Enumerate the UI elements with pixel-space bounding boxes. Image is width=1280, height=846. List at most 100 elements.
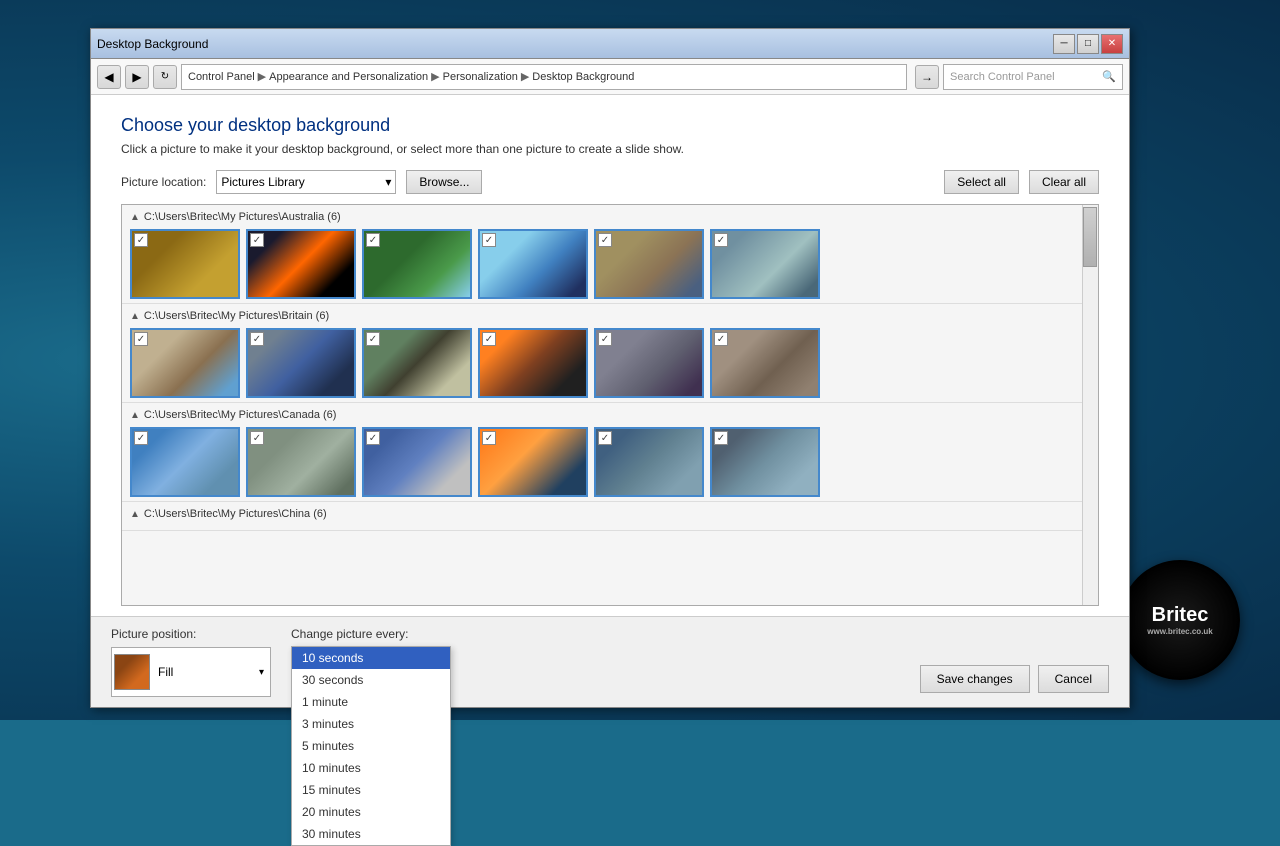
dropdown-item-30min[interactable]: 30 minutes: [292, 823, 450, 845]
search-go-button[interactable]: →: [915, 65, 939, 89]
browse-button[interactable]: Browse...: [406, 170, 482, 194]
breadcrumb[interactable]: Control Panel ▶ Appearance and Personali…: [181, 64, 907, 90]
minimize-button[interactable]: ─: [1053, 34, 1075, 54]
dropdown-item-3min[interactable]: 3 minutes: [292, 713, 450, 735]
thumb-canada-3[interactable]: ✓: [362, 427, 472, 497]
image-grid-container[interactable]: ▲ C:\Users\Britec\My Pictures\Australia …: [121, 204, 1099, 606]
group-header-britain[interactable]: ▲ C:\Users\Britec\My Pictures\Britain (6…: [130, 310, 1082, 322]
change-picture-section: Change picture every: 1 day ▾ 10 seconds…: [291, 627, 451, 693]
thumb-checkbox-canada-2[interactable]: ✓: [250, 431, 264, 445]
thumb-canada-6[interactable]: ✓: [710, 427, 820, 497]
thumb-checkbox-canada-6[interactable]: ✓: [714, 431, 728, 445]
britec-name: Britec: [1152, 604, 1209, 627]
refresh-button[interactable]: ↻: [153, 65, 177, 89]
clear-all-button[interactable]: Clear all: [1029, 170, 1099, 194]
thumb-australia-5[interactable]: ✓: [594, 229, 704, 299]
maximize-button[interactable]: □: [1077, 34, 1099, 54]
thumb-checkbox-britain-3[interactable]: ✓: [366, 332, 380, 346]
thumb-britain-6[interactable]: ✓: [710, 328, 820, 398]
dropdown-item-10sec[interactable]: 10 seconds: [292, 647, 450, 669]
thumb-checkbox-australia-5[interactable]: ✓: [598, 233, 612, 247]
thumb-australia-4[interactable]: ✓: [478, 229, 588, 299]
breadcrumb-item-personalization[interactable]: Personalization: [443, 71, 518, 83]
search-icon: 🔍: [1102, 70, 1116, 83]
thumb-britain-1[interactable]: ✓: [130, 328, 240, 398]
close-button[interactable]: ✕: [1101, 34, 1123, 54]
thumb-checkbox-britain-4[interactable]: ✓: [482, 332, 496, 346]
thumb-australia-2[interactable]: ✓: [246, 229, 356, 299]
thumb-checkbox-australia-6[interactable]: ✓: [714, 233, 728, 247]
back-button[interactable]: ◀: [97, 65, 121, 89]
breadcrumb-item-control-panel[interactable]: Control Panel: [188, 71, 255, 83]
group-label-australia: C:\Users\Britec\My Pictures\Australia (6…: [144, 211, 341, 223]
picture-position-select[interactable]: Fill ▾: [111, 647, 271, 697]
thumb-canada-2[interactable]: ✓: [246, 427, 356, 497]
thumb-britain-3[interactable]: ✓: [362, 328, 472, 398]
dropdown-item-5min[interactable]: 5 minutes: [292, 735, 450, 757]
address-bar: ◀ ▶ ↻ Control Panel ▶ Appearance and Per…: [91, 59, 1129, 95]
forward-button[interactable]: ▶: [125, 65, 149, 89]
thumb-britain-2[interactable]: ✓: [246, 328, 356, 398]
breadcrumb-sep-2: ▶: [431, 70, 439, 83]
dropdown-item-1min[interactable]: 1 minute: [292, 691, 450, 713]
cancel-button[interactable]: Cancel: [1038, 665, 1109, 693]
thumb-checkbox-canada-3[interactable]: ✓: [366, 431, 380, 445]
thumb-australia-6[interactable]: ✓: [710, 229, 820, 299]
thumb-canada-4[interactable]: ✓: [478, 427, 588, 497]
group-label-britain: C:\Users\Britec\My Pictures\Britain (6): [144, 310, 329, 322]
select-all-button[interactable]: Select all: [944, 170, 1019, 194]
thumb-checkbox-britain-2[interactable]: ✓: [250, 332, 264, 346]
title-bar: Desktop Background ─ □ ✕: [91, 29, 1129, 59]
thumb-checkbox-australia-2[interactable]: ✓: [250, 233, 264, 247]
thumb-britain-5[interactable]: ✓: [594, 328, 704, 398]
group-collapse-icon-britain: ▲: [130, 311, 140, 322]
breadcrumb-sep-1: ▶: [258, 70, 266, 83]
change-picture-label: Change picture every:: [291, 627, 451, 641]
group-header-canada[interactable]: ▲ C:\Users\Britec\My Pictures\Canada (6): [130, 409, 1082, 421]
group-label-china: C:\Users\Britec\My Pictures\China (6): [144, 508, 327, 520]
dropdown-item-30sec[interactable]: 30 seconds: [292, 669, 450, 691]
thumb-britain-4[interactable]: ✓: [478, 328, 588, 398]
search-bar[interactable]: Search Control Panel 🔍: [943, 64, 1123, 90]
thumb-checkbox-canada-5[interactable]: ✓: [598, 431, 612, 445]
thumb-canada-1[interactable]: ✓: [130, 427, 240, 497]
scrollbar-thumb[interactable]: [1083, 207, 1097, 267]
group-collapse-icon-canada: ▲: [130, 410, 140, 421]
canada-image-row: ✓ ✓ ✓ ✓ ✓ ✓: [130, 427, 1082, 497]
scrollbar-track[interactable]: [1082, 205, 1098, 605]
dropdown-item-15min[interactable]: 15 minutes: [292, 779, 450, 801]
group-header-china[interactable]: ▲ C:\Users\Britec\My Pictures\China (6): [130, 508, 1082, 520]
title-bar-buttons: ─ □ ✕: [1053, 34, 1123, 54]
main-content: Choose your desktop background Click a p…: [91, 95, 1129, 616]
image-group-canada: ▲ C:\Users\Britec\My Pictures\Canada (6)…: [122, 403, 1098, 502]
picture-location-select[interactable]: Pictures Library ▾: [216, 170, 396, 194]
australia-image-row: ✓ ✓ ✓ ✓ ✓ ✓: [130, 229, 1082, 299]
thumb-checkbox-britain-5[interactable]: ✓: [598, 332, 612, 346]
thumb-checkbox-australia-3[interactable]: ✓: [366, 233, 380, 247]
thumb-canada-5[interactable]: ✓: [594, 427, 704, 497]
thumb-australia-1[interactable]: ✓: [130, 229, 240, 299]
breadcrumb-sep-3: ▶: [521, 70, 529, 83]
thumb-checkbox-australia-1[interactable]: ✓: [134, 233, 148, 247]
breadcrumb-item-desktop-background[interactable]: Desktop Background: [532, 71, 634, 83]
britain-image-row: ✓ ✓ ✓ ✓ ✓ ✓: [130, 328, 1082, 398]
save-changes-button[interactable]: Save changes: [920, 665, 1030, 693]
search-placeholder: Search Control Panel: [950, 71, 1055, 83]
image-group-china: ▲ C:\Users\Britec\My Pictures\China (6): [122, 502, 1098, 531]
group-label-canada: C:\Users\Britec\My Pictures\Canada (6): [144, 409, 337, 421]
dropdown-item-20min[interactable]: 20 minutes: [292, 801, 450, 823]
interval-dropdown-menu: 10 seconds 30 seconds 1 minute 3 minutes…: [291, 646, 451, 846]
fill-value: Fill: [154, 665, 255, 679]
thumb-checkbox-canada-4[interactable]: ✓: [482, 431, 496, 445]
dropdown-item-10min[interactable]: 10 minutes: [292, 757, 450, 779]
britec-url: www.britec.co.uk: [1147, 627, 1213, 636]
bottom-actions: Save changes Cancel: [920, 665, 1109, 693]
thumb-checkbox-canada-1[interactable]: ✓: [134, 431, 148, 445]
thumb-checkbox-australia-4[interactable]: ✓: [482, 233, 496, 247]
thumb-australia-3[interactable]: ✓: [362, 229, 472, 299]
group-header-australia[interactable]: ▲ C:\Users\Britec\My Pictures\Australia …: [130, 211, 1082, 223]
breadcrumb-item-appearance[interactable]: Appearance and Personalization: [269, 71, 428, 83]
thumb-checkbox-britain-6[interactable]: ✓: [714, 332, 728, 346]
thumb-checkbox-britain-1[interactable]: ✓: [134, 332, 148, 346]
page-subtitle: Click a picture to make it your desktop …: [121, 142, 1099, 156]
